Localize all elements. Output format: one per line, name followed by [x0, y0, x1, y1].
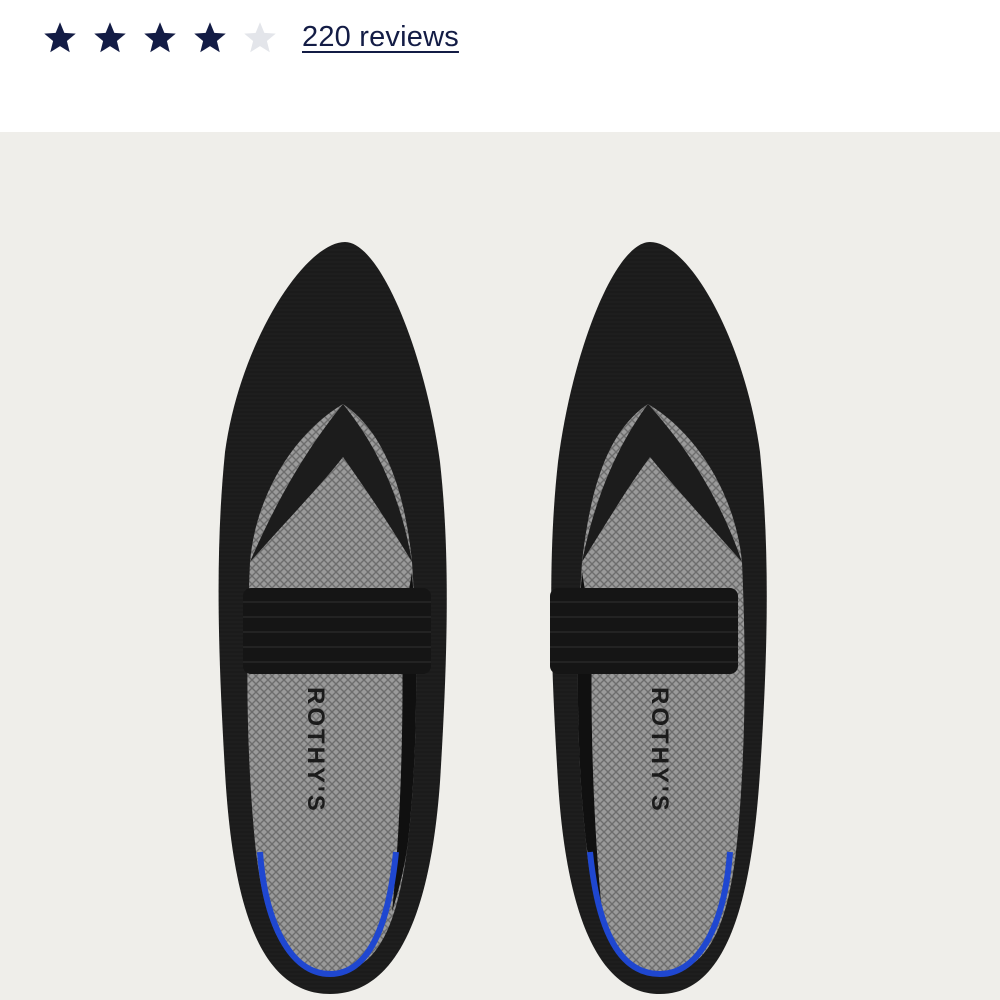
- product-page: 220 reviews ROTHY'S ROTHY'S: [0, 0, 1000, 1000]
- insole-brand-right: ROTHY'S: [646, 687, 673, 814]
- star-rating[interactable]: [42, 20, 278, 56]
- star-icon: [244, 22, 276, 53]
- star-icon: [44, 22, 76, 53]
- product-image-container: ROTHY'S ROTHY'S: [0, 132, 1000, 1000]
- star-icon: [144, 22, 176, 53]
- reviews-link[interactable]: 220 reviews: [302, 19, 459, 55]
- insole-brand-left: ROTHY'S: [302, 687, 329, 814]
- star-icon: [194, 22, 226, 53]
- star-icon: [94, 22, 126, 53]
- right-shoe: ROTHY'S: [550, 242, 767, 994]
- left-shoe: ROTHY'S: [218, 242, 447, 994]
- rating-bar: 220 reviews: [0, 0, 1000, 132]
- product-image[interactable]: ROTHY'S ROTHY'S: [0, 132, 1000, 1000]
